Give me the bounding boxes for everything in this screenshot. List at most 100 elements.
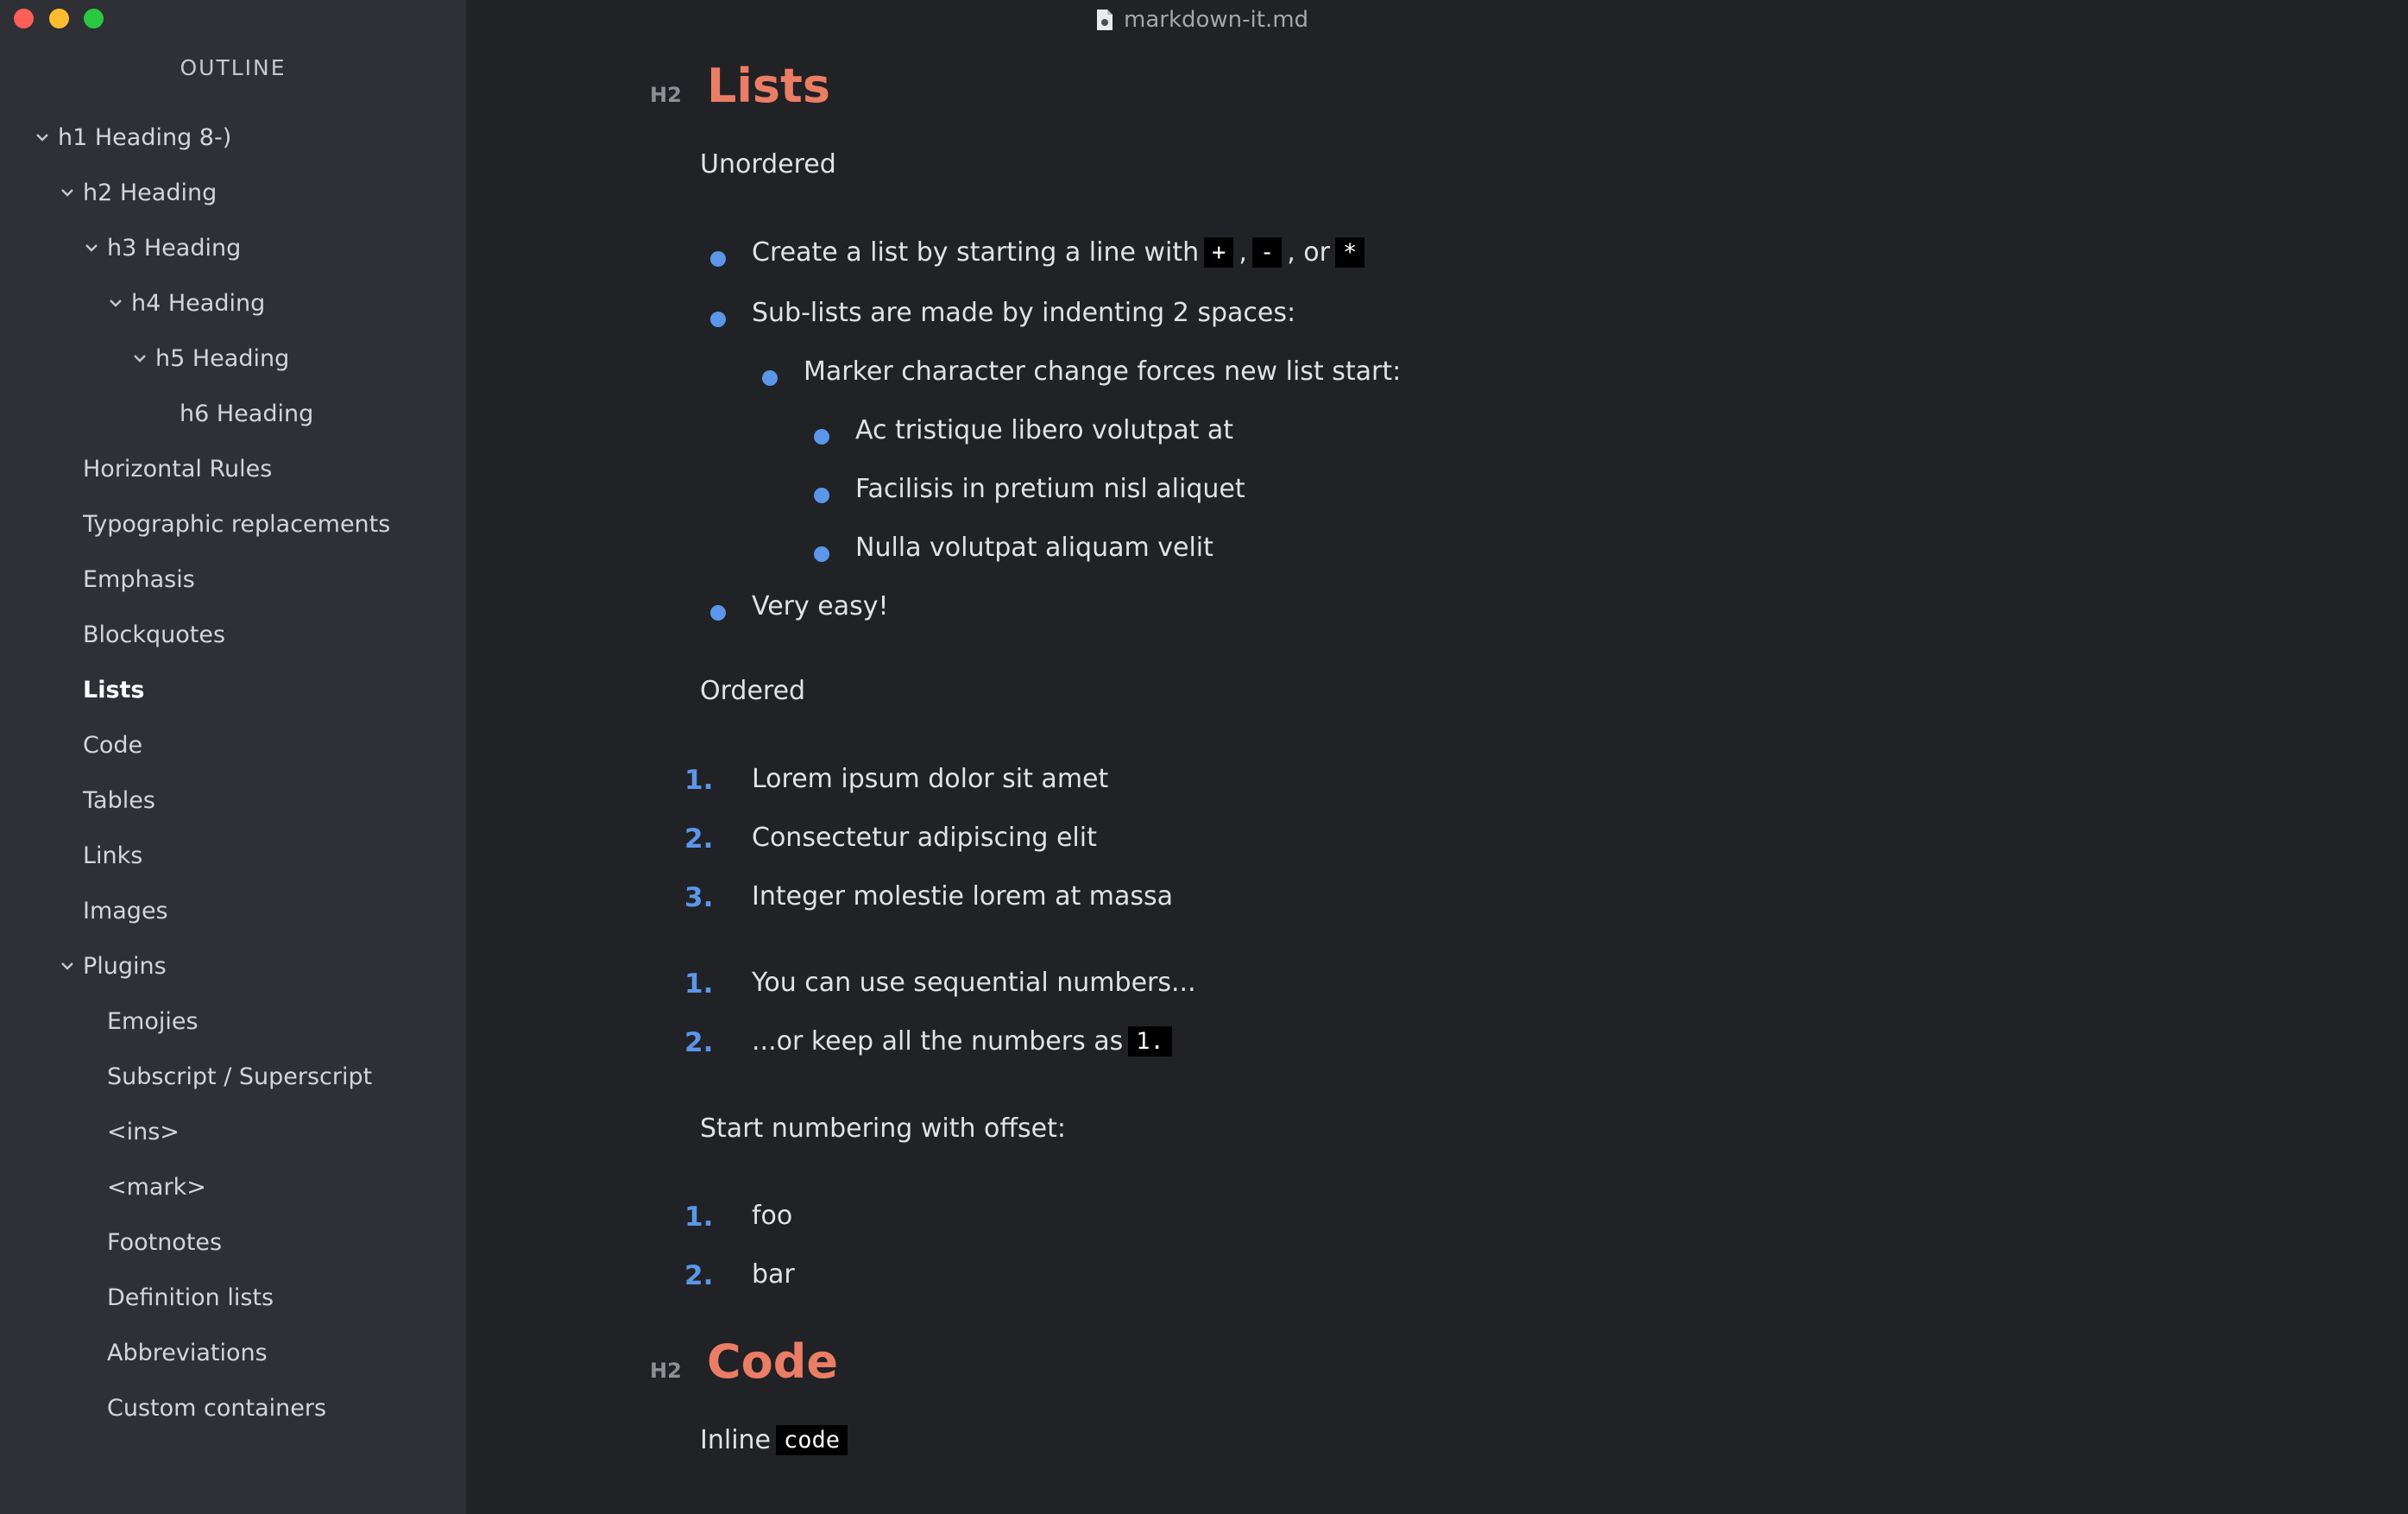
inline-code: 1. [1128,1026,1172,1057]
outline-item-label: Emojies [107,1007,199,1035]
inline-code: - [1251,237,1283,268]
maximize-window-button[interactable] [84,9,104,28]
outline-item-label: h3 Heading [107,234,242,262]
window-title: markdown-it.md [1096,5,1308,35]
outline-item-label: Horizontal Rules [83,455,273,483]
list-bullet [814,546,829,562]
outline-item-label: Custom containers [107,1394,327,1422]
chevron-down-icon[interactable] [57,182,78,203]
outline-item-custom-containers[interactable]: Custom containers [107,1391,326,1425]
outline-item-images[interactable]: Images [83,893,168,928]
inline-code: + [1204,237,1234,268]
outline-item-h4-heading[interactable]: h4 Heading [110,286,266,320]
close-window-button[interactable] [14,9,34,28]
list-item: Sub-lists are made by indenting 2 spaces… [752,298,1296,328]
outline-item-abbreviations[interactable]: Abbreviations [107,1335,268,1370]
outline-item-h5-heading[interactable]: h5 Heading [134,341,290,375]
outline-item-ins[interactable]: <ins> [107,1114,180,1149]
outline-item-label: Emphasis [83,565,195,593]
outline-item-subscript-superscript[interactable]: Subscript / Superscript [107,1059,372,1094]
outline-item-label: h5 Heading [155,344,290,372]
outline-item-typographic-replacements[interactable]: Typographic replacements [83,507,390,541]
outline-item-label: h2 Heading [83,179,217,206]
list-bullet [710,312,726,327]
outline-item-label: Definition lists [107,1284,274,1311]
chevron-down-icon[interactable] [105,293,126,313]
outline-item-h3-heading[interactable]: h3 Heading [85,230,242,265]
outline-item-tables[interactable]: Tables [83,783,155,817]
paragraph-offset-label: Start numbering with offset: [700,1113,1066,1144]
outline-item-lists[interactable]: Lists [83,672,145,707]
heading-level-tag: H2 [650,1359,682,1383]
outline-title: OUTLINE [180,55,287,80]
list-item: Ac tristique libero volutpat at [855,415,1234,445]
list-item: Create a list by starting a line with + … [752,237,1370,268]
list-item: Nulla volutpat aliquam velit [855,533,1213,563]
outline-item-label: Typographic replacements [83,510,391,538]
outline-item-plugins[interactable]: Plugins [61,949,167,983]
list-item: foo [752,1201,793,1231]
list-item: ...or keep all the numbers as 1. [752,1026,1177,1057]
list-item: Consectetur adipiscing elit [752,823,1097,853]
outline-item-label: h1 Heading 8-) [58,123,232,151]
outline-item-label: <mark> [107,1173,206,1201]
outline-item-footnotes[interactable]: Footnotes [107,1225,222,1259]
paragraph-inline-code: Inline code [700,1425,853,1455]
heading-text: Code [707,1334,839,1389]
list-item-text: ...or keep all the numbers as [752,1026,1124,1057]
list-item: Integer molestie lorem at massa [752,881,1174,912]
chevron-down-icon[interactable] [81,237,102,258]
outline-item-links[interactable]: Links [83,838,142,873]
paragraph-unordered-label: Unordered [700,149,836,180]
list-item: Lorem ipsum dolor sit amet [752,764,1109,794]
heading-level-tag: H2 [650,83,682,107]
outline-item-blockquotes[interactable]: Blockquotes [83,617,225,652]
outline-item-code[interactable]: Code [83,728,142,762]
list-number: 1. [684,765,714,796]
list-bullet [814,429,829,445]
outline-item-emojies[interactable]: Emojies [107,1004,199,1038]
paragraph-ordered-label: Ordered [700,676,806,706]
outline-item-label: Lists [83,676,145,703]
outline-item-emphasis[interactable]: Emphasis [83,562,195,596]
list-item: Facilisis in pretium nisl aliquet [855,474,1245,504]
list-bullet [710,251,726,267]
outline-item-h6-heading[interactable]: h6 Heading [180,396,313,431]
minimize-window-button[interactable] [49,9,69,28]
list-number: 2. [684,1260,714,1291]
window-title-text: markdown-it.md [1124,7,1309,33]
chevron-down-icon[interactable] [57,956,78,976]
document-icon [1097,9,1113,30]
outline-item-mark[interactable]: <mark> [107,1170,206,1204]
list-item-text: , [1239,237,1247,268]
editor-area[interactable]: H2 Lists Unordered Create a list by star… [466,40,2408,1514]
outline-item-h2-heading[interactable]: h2 Heading [61,175,217,210]
heading-text: Lists [707,59,831,113]
list-bullet [710,605,726,621]
paragraph-text: Inline [700,1425,772,1455]
list-number: 2. [684,1027,714,1058]
outline-item-label: h6 Heading [180,400,314,427]
outline-sidebar: OUTLINE h1 Heading 8-) h2 Heading h3 Hea… [0,0,466,1514]
outline-item-label: h4 Heading [131,289,266,317]
outline-item-label: Plugins [83,952,167,980]
list-item: Marker character change forces new list … [804,356,1402,387]
chevron-down-icon[interactable] [129,348,150,369]
outline-item-definition-lists[interactable]: Definition lists [107,1280,274,1315]
list-item: Very easy! [752,591,889,621]
outline-item-label: Links [83,842,143,869]
outline-item-label: Footnotes [107,1228,223,1256]
outline-item-label: Images [83,897,168,924]
heading-code: H2 Code [650,1334,838,1389]
outline-item-label: Tables [83,786,155,814]
inline-code: code [776,1425,848,1455]
outline-item-label: Blockquotes [83,621,226,648]
outline-item-horizontal-rules[interactable]: Horizontal Rules [83,451,272,486]
list-bullet [762,370,778,386]
outline-item-label: Subscript / Superscript [107,1063,373,1090]
title-bar: markdown-it.md [0,0,2408,40]
app-window: OUTLINE h1 Heading 8-) h2 Heading h3 Hea… [0,0,2408,1514]
outline-item-h1-heading[interactable]: h1 Heading 8-) [36,120,232,155]
list-number: 1. [684,968,714,1000]
chevron-down-icon[interactable] [32,127,53,148]
